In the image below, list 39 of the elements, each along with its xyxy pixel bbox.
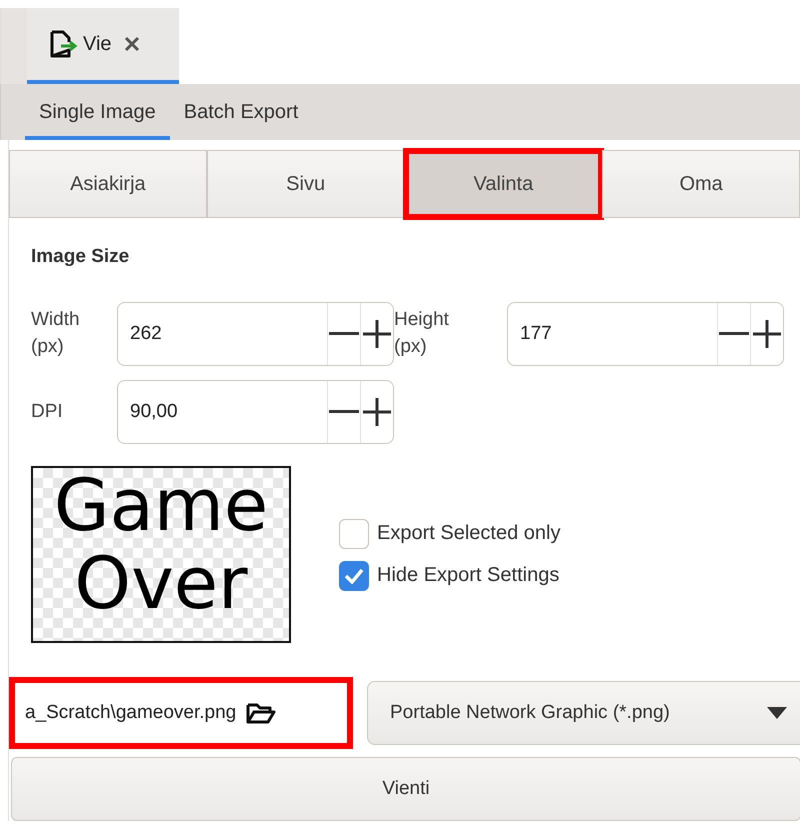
- format-dropdown[interactable]: Portable Network Graphic (*.png): [367, 681, 800, 745]
- field-label: Width (px): [31, 308, 81, 359]
- tab[interactable]: Batch Export: [170, 96, 312, 140]
- scope-button[interactable]: Valinta: [404, 150, 602, 218]
- close-icon[interactable]: [124, 36, 140, 52]
- checkbox[interactable]: [339, 560, 369, 590]
- section-title: Image Size: [31, 246, 130, 268]
- spin-box[interactable]: 262: [117, 302, 394, 366]
- minus-icon: [329, 410, 359, 414]
- decrease-button[interactable]: [327, 381, 360, 443]
- field-label: Height (px): [394, 308, 450, 359]
- decrease-button[interactable]: [327, 303, 360, 365]
- minus-icon: [329, 332, 359, 336]
- check-icon: [344, 568, 364, 584]
- spin-box[interactable]: 90,00: [117, 380, 394, 444]
- increase-button[interactable]: [360, 303, 393, 365]
- checkbox-label: Export Selected only: [377, 522, 560, 545]
- scope-button[interactable]: Oma: [602, 150, 800, 218]
- checkbox[interactable]: [339, 518, 369, 548]
- decrease-button[interactable]: [717, 303, 750, 365]
- document-tab[interactable]: Vie: [27, 8, 179, 84]
- spin-box[interactable]: 177: [507, 302, 784, 366]
- increase-button[interactable]: [360, 381, 393, 443]
- field-label: DPI: [31, 400, 64, 424]
- tab-label: Vie: [83, 32, 112, 56]
- export-document-icon: [49, 30, 79, 58]
- scope-button[interactable]: Asiakirja: [9, 150, 207, 218]
- folder-icon[interactable]: [246, 701, 276, 725]
- plus-icon: [363, 320, 391, 348]
- minus-icon: [719, 332, 749, 336]
- increase-button[interactable]: [750, 303, 783, 365]
- plus-icon: [753, 320, 781, 348]
- filename-field[interactable]: a_Scratch\gameover.png: [9, 677, 353, 749]
- checkbox-label: Hide Export Settings: [377, 564, 560, 587]
- caret-icon: [767, 707, 787, 719]
- tab[interactable]: Single Image: [25, 96, 170, 140]
- export-button[interactable]: Vienti: [11, 757, 800, 821]
- plus-icon: [363, 398, 391, 426]
- scope-button[interactable]: Sivu: [206, 150, 404, 218]
